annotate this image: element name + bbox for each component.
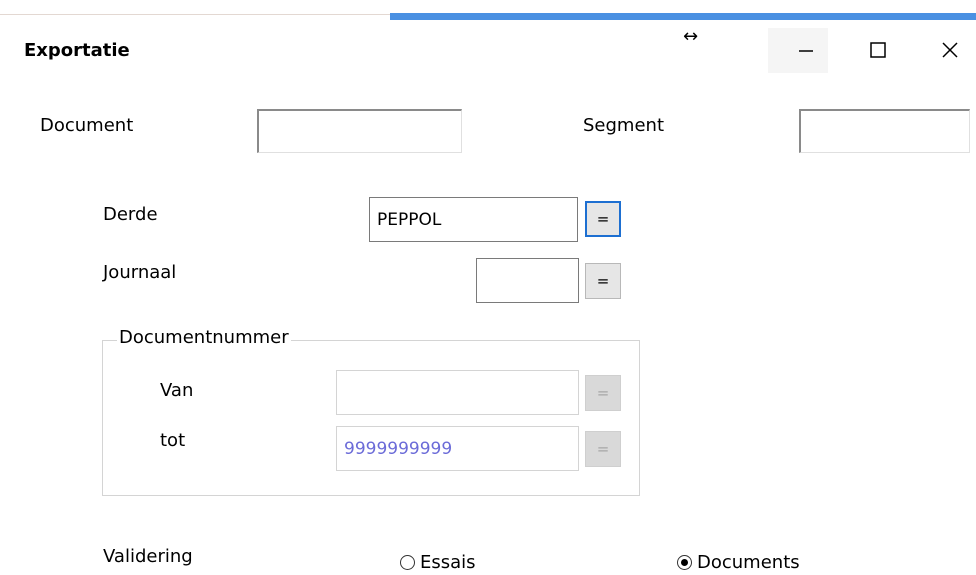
close-icon (942, 42, 958, 58)
radio-dot (681, 559, 688, 566)
close-button[interactable] (928, 32, 972, 68)
radio-unchecked-icon (400, 555, 415, 570)
tot-field[interactable]: 9999999999 (336, 426, 579, 471)
derde-label: Derde (103, 204, 158, 225)
van-label: Van (160, 380, 194, 401)
maximize-button[interactable] (856, 32, 900, 68)
documents-radio[interactable]: Documents (677, 552, 800, 573)
journaal-lookup-button[interactable]: = (585, 263, 621, 299)
minimize-icon (799, 50, 813, 52)
derde-lookup-button[interactable]: = (585, 201, 621, 237)
van-lookup-button[interactable]: = (585, 375, 621, 411)
title-bar-divider (0, 14, 390, 15)
maximize-icon (870, 42, 886, 58)
document-label: Document (40, 115, 134, 136)
validering-label: Validering (103, 546, 193, 567)
radio-checked-icon (677, 555, 692, 570)
documentnummer-group (102, 340, 640, 496)
journaal-field[interactable] (476, 258, 579, 303)
documentnummer-legend: Documentnummer (117, 327, 291, 348)
documents-label: Documents (697, 552, 800, 573)
tot-label: tot (160, 430, 186, 451)
document-field[interactable] (257, 109, 462, 153)
essais-label: Essais (420, 552, 476, 573)
tot-lookup-button[interactable]: = (585, 431, 621, 467)
minimize-button[interactable] (784, 32, 828, 68)
segment-label: Segment (583, 115, 664, 136)
window-title: Exportatie (24, 40, 130, 61)
essais-radio[interactable]: Essais (400, 552, 476, 573)
resize-arrows-icon[interactable]: ↔ (683, 27, 698, 47)
window-accent-bar (390, 13, 976, 20)
journaal-label: Journaal (103, 262, 177, 283)
segment-field[interactable] (799, 109, 970, 153)
van-field[interactable] (336, 370, 579, 415)
derde-field[interactable]: PEPPOL (369, 197, 578, 242)
